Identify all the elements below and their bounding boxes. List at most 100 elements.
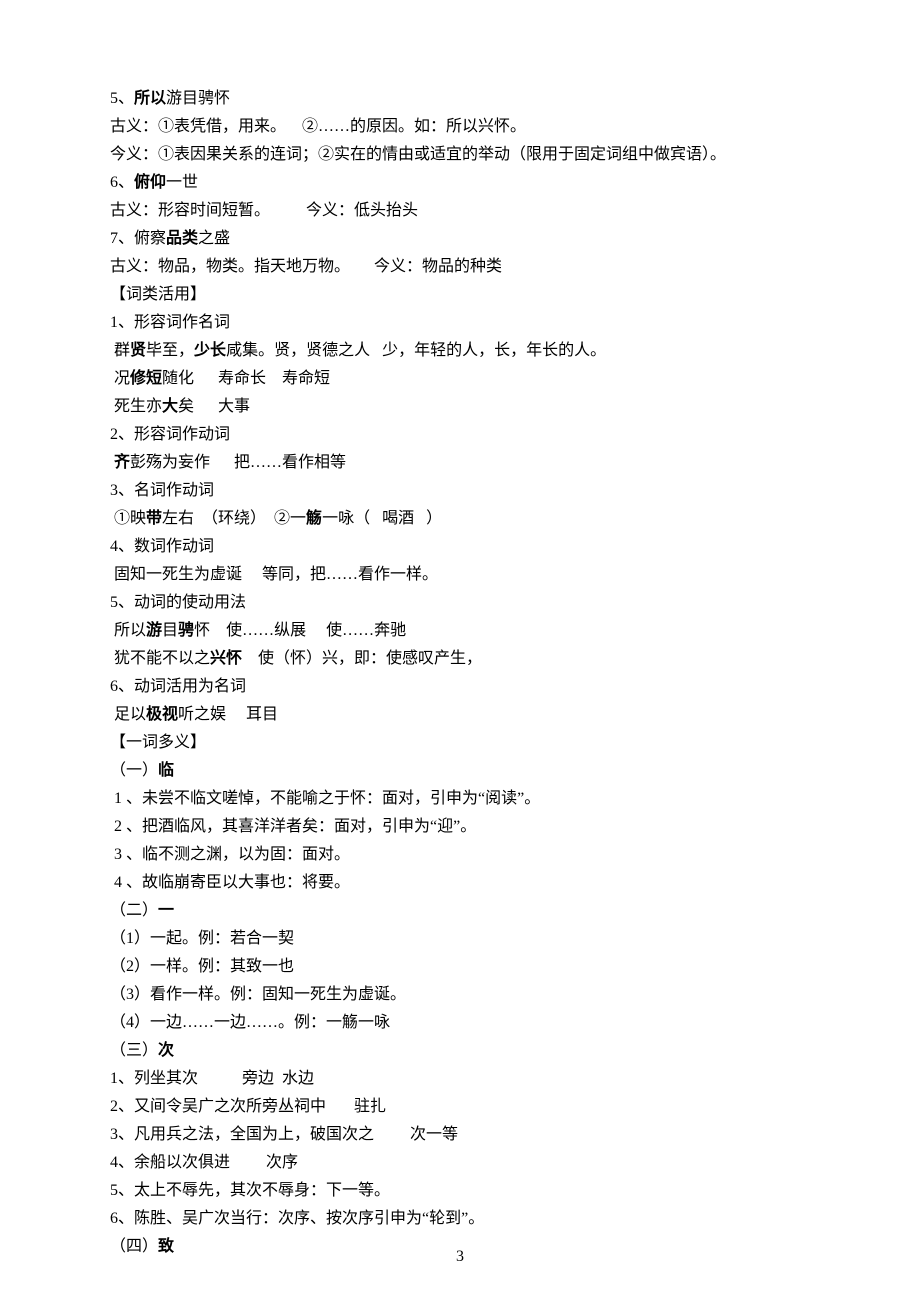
bold-text: 一: [158, 902, 174, 919]
text-line: （2）一样。例：其致一也: [110, 953, 810, 981]
text: 6、动词活用为名词: [110, 678, 246, 695]
text-line: （1）一起。例：若合一契: [110, 925, 810, 953]
bold-text: 带: [146, 510, 162, 527]
text: 4 、故临崩寄臣以大事也：将要。: [110, 874, 350, 891]
text: 2、又间令吴广之次所旁丛祠中 驻扎: [110, 1098, 386, 1115]
text: 5、太上不辱先，其次不辱身：下一等。: [110, 1182, 390, 1199]
text: （1）一起。例：若合一契: [110, 930, 294, 947]
bold-text: 少长: [194, 342, 226, 359]
text: 1 、未尝不临文嗟悼，不能喻之于怀：面对，引申为“阅读”。: [110, 790, 540, 807]
text: （3）看作一样。例：固知一死生为虚诞。: [110, 986, 406, 1003]
bold-text: 次: [158, 1042, 174, 1059]
text-line: （3）看作一样。例：固知一死生为虚诞。: [110, 981, 810, 1009]
text: 1、形容词作名词: [110, 314, 230, 331]
text: 使（怀）兴，即：使感叹产生，: [242, 650, 482, 667]
text-line: 1、列坐其次 旁边 水边: [110, 1065, 810, 1093]
text-line: 6、俯仰一世: [110, 169, 810, 197]
text: 随化 寿命长 寿命短: [162, 370, 330, 387]
text: 死生亦: [110, 398, 162, 415]
bold-text: 俯仰: [134, 174, 166, 191]
text-line: 古义：物品，物类。指天地万物。 今义：物品的种类: [110, 253, 810, 281]
text: 目: [162, 622, 178, 639]
text: 【词类活用】: [110, 286, 206, 303]
text: 怀 使……纵展 使……奔驰: [194, 622, 406, 639]
text: 古义：①表凭借，用来。 ②……的原因。如：所以兴怀。: [110, 118, 526, 135]
text-line: 4 、故临崩寄臣以大事也：将要。: [110, 869, 810, 897]
text-line: 5、所以游目骋怀: [110, 85, 810, 113]
text-line: 犹不能不以之兴怀 使（怀）兴，即：使感叹产生，: [110, 645, 810, 673]
text: 所以: [110, 622, 146, 639]
text: 6、: [110, 174, 134, 191]
text-line: 4、数词作动词: [110, 533, 810, 561]
text-line: （一）临: [110, 757, 810, 785]
text-line: 今义：①表因果关系的连词；②实在的情由或适宜的举动（限用于固定词组中做宾语）。: [110, 141, 810, 169]
text: 4、数词作动词: [110, 538, 214, 555]
text-line: 齐彭殇为妄作 把……看作相等: [110, 449, 810, 477]
text-line: 5、太上不辱先，其次不辱身：下一等。: [110, 1177, 810, 1205]
text-line: 4、余船以次俱进 次序: [110, 1149, 810, 1177]
text: （二）: [110, 902, 158, 919]
text: 3 、临不测之渊，以为固：面对。: [110, 846, 350, 863]
text-line: 6、动词活用为名词: [110, 673, 810, 701]
bold-text: 游: [146, 622, 162, 639]
text-line: 古义：形容时间短暂。 今义：低头抬头: [110, 197, 810, 225]
text-line: 固知一死生为虚诞 等同，把……看作一样。: [110, 561, 810, 589]
bold-text: 大: [162, 398, 178, 415]
text: 5、: [110, 90, 134, 107]
text: 犹不能不以之: [110, 650, 210, 667]
text: 2、形容词作动词: [110, 426, 230, 443]
bold-text: 兴怀: [210, 650, 242, 667]
text: 今义：①表因果关系的连词；②实在的情由或适宜的举动（限用于固定词组中做宾语）。: [110, 146, 726, 163]
text-line: 1 、未尝不临文嗟悼，不能喻之于怀：面对，引申为“阅读”。: [110, 785, 810, 813]
text: 矣 大事: [178, 398, 250, 415]
text: 【一词多义】: [110, 734, 206, 751]
bold-text: 修短: [130, 370, 162, 387]
text: 左右 （环绕） ②一: [162, 510, 306, 527]
page-number: 3: [0, 1243, 920, 1271]
bold-text: 觞: [306, 510, 322, 527]
text-line: ①映带左右 （环绕） ②一觞一咏（ 喝酒 ）: [110, 505, 810, 533]
text: 5、动词的使动用法: [110, 594, 246, 611]
text: 之盛: [198, 230, 230, 247]
bold-text: 临: [158, 762, 174, 779]
text: 6、陈胜、吴广次当行：次序、按次序引申为“轮到”。: [110, 1210, 484, 1227]
text-line: 2、形容词作动词: [110, 421, 810, 449]
bold-text: 极视: [146, 706, 178, 723]
text: 古义：形容时间短暂。 今义：低头抬头: [110, 202, 418, 219]
text: 古义：物品，物类。指天地万物。 今义：物品的种类: [110, 258, 502, 275]
text: （4）一边……一边……。例：一觞一咏: [110, 1014, 390, 1031]
text: （2）一样。例：其致一也: [110, 958, 294, 975]
text-line: 3、名词作动词: [110, 477, 810, 505]
text-line: 群贤毕至，少长咸集。贤，贤德之人 少，年轻的人，长，年长的人。: [110, 337, 810, 365]
text: 7、俯察: [110, 230, 166, 247]
text: 2 、把酒临风，其喜洋洋者矣：面对，引申为“迎”。: [110, 818, 476, 835]
text: 一咏（ 喝酒 ）: [322, 510, 442, 527]
text: ①映: [110, 510, 146, 527]
text-line: 5、动词的使动用法: [110, 589, 810, 617]
text-line: 【一词多义】: [110, 729, 810, 757]
text-line: （三）次: [110, 1037, 810, 1065]
text: 1、列坐其次 旁边 水边: [110, 1070, 314, 1087]
text: 4、余船以次俱进 次序: [110, 1154, 298, 1171]
text-line: 1、形容词作名词: [110, 309, 810, 337]
text: 听之娱 耳目: [178, 706, 278, 723]
text-line: 古义：①表凭借，用来。 ②……的原因。如：所以兴怀。: [110, 113, 810, 141]
text: 游目骋怀: [166, 90, 230, 107]
bold-text: 品类: [166, 230, 198, 247]
bold-text: 齐: [114, 454, 130, 471]
text: 群: [110, 342, 130, 359]
document-body: 5、所以游目骋怀古义：①表凭借，用来。 ②……的原因。如：所以兴怀。今义：①表因…: [110, 85, 810, 1261]
document-page: 5、所以游目骋怀古义：①表凭借，用来。 ②……的原因。如：所以兴怀。今义：①表因…: [0, 0, 920, 1301]
text-line: 况修短随化 寿命长 寿命短: [110, 365, 810, 393]
text: 况: [110, 370, 130, 387]
bold-text: 所以: [134, 90, 166, 107]
text: （一）: [110, 762, 158, 779]
text: 毕至，: [146, 342, 194, 359]
text-line: （4）一边……一边……。例：一觞一咏: [110, 1009, 810, 1037]
bold-text: 贤: [130, 342, 146, 359]
text-line: 所以游目骋怀 使……纵展 使……奔驰: [110, 617, 810, 645]
text-line: 死生亦大矣 大事: [110, 393, 810, 421]
text-line: （二）一: [110, 897, 810, 925]
text: 一世: [166, 174, 198, 191]
text-line: 【词类活用】: [110, 281, 810, 309]
